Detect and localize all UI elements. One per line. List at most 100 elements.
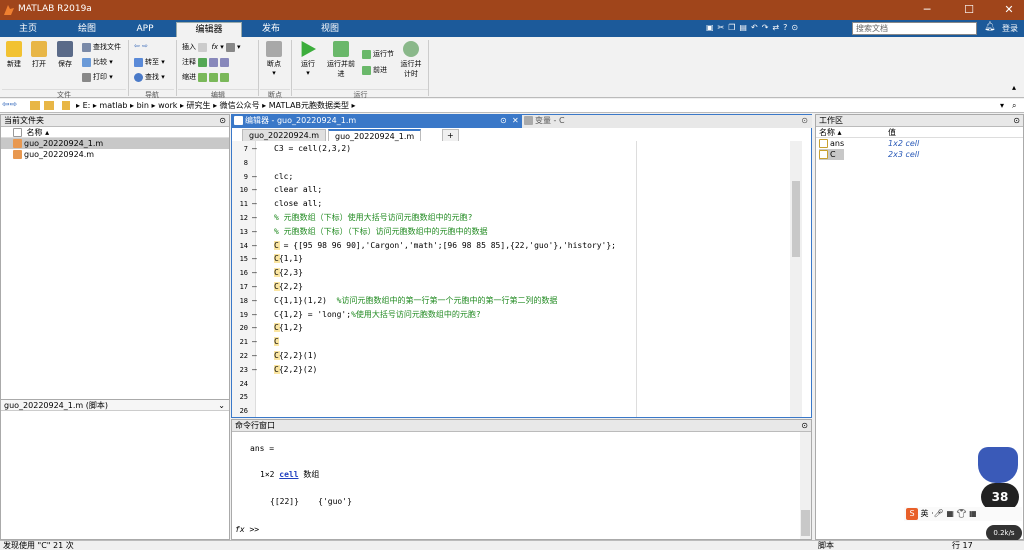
find-files-button[interactable]: 查找文件 [82, 42, 121, 52]
address-dropdown-icon[interactable]: ▾ [1000, 99, 1004, 112]
run-section-button[interactable]: 运行节 [362, 49, 394, 59]
breadcrumb-item[interactable]: matlab [99, 101, 127, 110]
column-header-name[interactable]: 名称 ▴ [819, 127, 842, 138]
browse-folder-icon[interactable] [44, 101, 54, 110]
column-header-value[interactable]: 值 [888, 127, 896, 138]
tab-plots[interactable]: 绘图 [62, 22, 112, 37]
command-scrollbar[interactable] [800, 432, 811, 539]
new-button[interactable]: 新建 [4, 41, 24, 69]
breakpoint-marker[interactable]: — [248, 363, 274, 377]
editor-tab-active[interactable]: guo_20220924_1.m [328, 129, 422, 141]
code-line[interactable]: 24 [234, 377, 274, 391]
file-item[interactable]: guo_20220924_1.m [1, 138, 229, 149]
tab-view[interactable]: 视图 [305, 22, 355, 37]
breadcrumb-item[interactable]: bin [137, 101, 149, 110]
breakpoints-button[interactable]: 断点 ▾ [262, 41, 286, 77]
run-button[interactable]: 运行 ▾ [296, 41, 320, 77]
panel-menu-icon[interactable]: ⊙ [219, 115, 229, 126]
breakpoint-marker[interactable]: — [248, 183, 274, 197]
breadcrumb-item[interactable]: work [158, 101, 177, 110]
comment-button[interactable]: 注释 [182, 57, 231, 67]
close-button[interactable]: ✕ [994, 2, 1024, 18]
breakpoint-marker[interactable]: — [248, 197, 274, 211]
breakpoint-marker[interactable]: — [248, 211, 274, 225]
breadcrumb-item[interactable]: MATLAB元胞数据类型 [269, 101, 349, 110]
code-line[interactable]: 14— C = {[95 98 96 90],'Cargon','math';[9… [234, 239, 616, 253]
code-line[interactable]: 11— close all; [234, 197, 323, 211]
add-tab-button[interactable]: + [442, 129, 459, 141]
indent-button[interactable]: 缩进 [182, 72, 231, 82]
editor-tab[interactable]: guo_20220924.m [242, 129, 327, 141]
editor-menu-icon[interactable]: ⊙ [500, 115, 507, 127]
code-line[interactable]: 7— C3 = cell(2,3,2) [234, 142, 351, 156]
print-button[interactable]: 打印 ▾ [82, 72, 113, 82]
breakpoint-marker[interactable]: — [248, 142, 274, 156]
find-button[interactable]: 查找 ▾ [134, 72, 165, 82]
code-line[interactable]: 15— C{1,1} [234, 252, 303, 266]
code-line[interactable]: 25 [234, 390, 274, 404]
assistant-mascot-icon[interactable] [978, 447, 1018, 483]
column-header-name[interactable]: 名称 ▴ [1, 127, 229, 138]
breakpoint-marker[interactable]: — [248, 321, 274, 335]
compare-button[interactable]: 比较 ▾ [82, 57, 113, 67]
code-line[interactable]: 13—% 元胞数组（下标）（下标）访问元胞数组中的元胞中的数据 [234, 225, 488, 239]
breakpoint-marker[interactable]: — [248, 252, 274, 266]
tab-publish[interactable]: 发布 [246, 22, 296, 37]
run-and-advance-button[interactable]: 运行并前进 [326, 41, 356, 79]
code-area[interactable]: 7— C3 = cell(2,3,2) 8 9— clc; 10— clear all; 11… [234, 142, 794, 418]
file-details-bar[interactable]: guo_20220924_1.m (脚本) ⌄ [1, 399, 229, 411]
filter-icon[interactable]: ▾ [970, 22, 975, 32]
code-line[interactable]: 17— C{2,2} [234, 280, 303, 294]
breakpoint-marker[interactable]: — [248, 280, 274, 294]
nav-back-forward-icon[interactable]: ⇦⇨ [2, 99, 17, 112]
breadcrumb-item[interactable]: E: [83, 101, 91, 110]
code-line[interactable]: 10— clear all; [234, 183, 323, 197]
breakpoint-marker[interactable]: — [248, 335, 274, 349]
panel-menu-icon[interactable]: ⊙ [801, 420, 811, 431]
variable-menu-icon[interactable]: ⊙ [801, 115, 812, 127]
file-item[interactable]: guo_20220924.m [1, 149, 229, 160]
insert-button[interactable]: 插入 fx ▾ ▾ [182, 42, 241, 52]
workspace-var-row[interactable]: ans 1x2 cell [816, 138, 1023, 149]
panel-menu-icon[interactable]: ⊙ [1013, 115, 1023, 126]
breakpoint-marker[interactable]: — [248, 349, 274, 363]
command-prompt[interactable]: fx >> [235, 523, 259, 537]
chevron-down-icon[interactable]: ⌄ [218, 400, 229, 411]
code-line[interactable]: 22— C{2,2}(1) [234, 349, 318, 363]
workspace-var-row[interactable]: C 2x3 cell [816, 149, 1023, 160]
code-line[interactable]: 20— C{1,2} [234, 321, 303, 335]
open-button[interactable]: 打开 [28, 41, 50, 69]
breadcrumb-item[interactable]: 微信公众号 [220, 101, 260, 110]
collapse-ribbon-icon[interactable]: ▴ [1012, 83, 1016, 92]
code-line[interactable]: 16— C{2,3} [234, 266, 303, 280]
goto-button[interactable]: 转至 ▾ [134, 57, 165, 67]
code-line[interactable]: 26 [234, 404, 274, 418]
ime-toolbar[interactable]: S 英 ·🎤︎ ▦ 👕︎ ▦ [904, 507, 1022, 521]
quick-access-toolbar[interactable]: ▣✂❐▤↶↷⇄?⊙ [706, 23, 846, 34]
breakpoint-marker[interactable]: — [248, 266, 274, 280]
breakpoint-marker[interactable]: — [248, 170, 274, 184]
run-and-time-button[interactable]: 运行并计时 [398, 41, 424, 79]
code-line[interactable]: 21— C [234, 335, 279, 349]
tab-editor[interactable]: 编辑器 [176, 22, 242, 37]
code-line[interactable]: 23— C{2,2}(2) [234, 363, 318, 377]
vertical-scrollbar[interactable] [790, 141, 802, 417]
save-button[interactable]: 保存 [54, 41, 76, 69]
code-line[interactable]: 8 [234, 156, 274, 170]
code-line[interactable]: 9— clc; [234, 170, 293, 184]
code-line[interactable]: 18— C{1,1}(1,2) %访问元胞数组中的第一行第一个元胞中的第一行第二列… [234, 294, 558, 308]
cell-link[interactable]: cell [279, 470, 298, 479]
scrollbar-thumb[interactable] [801, 510, 810, 536]
up-folder-icon[interactable] [30, 101, 40, 110]
breakpoint-marker[interactable]: — [248, 225, 274, 239]
notification-icon[interactable]: 🔔︎ [984, 22, 995, 32]
search-documentation-input[interactable]: 搜索文档 [852, 22, 977, 35]
search-icon[interactable]: ⌕ [1012, 99, 1016, 112]
login-link[interactable]: 登录 [1002, 23, 1018, 34]
tab-apps[interactable]: APP [120, 22, 170, 37]
breakpoint-marker[interactable]: — [248, 239, 274, 253]
variable-editor-tab[interactable]: 变量 - C ⊙ [522, 115, 812, 128]
tab-home[interactable]: 主页 [6, 22, 50, 37]
breakpoint-marker[interactable]: — [248, 294, 274, 308]
breadcrumb-item[interactable]: 研究生 [187, 101, 211, 110]
